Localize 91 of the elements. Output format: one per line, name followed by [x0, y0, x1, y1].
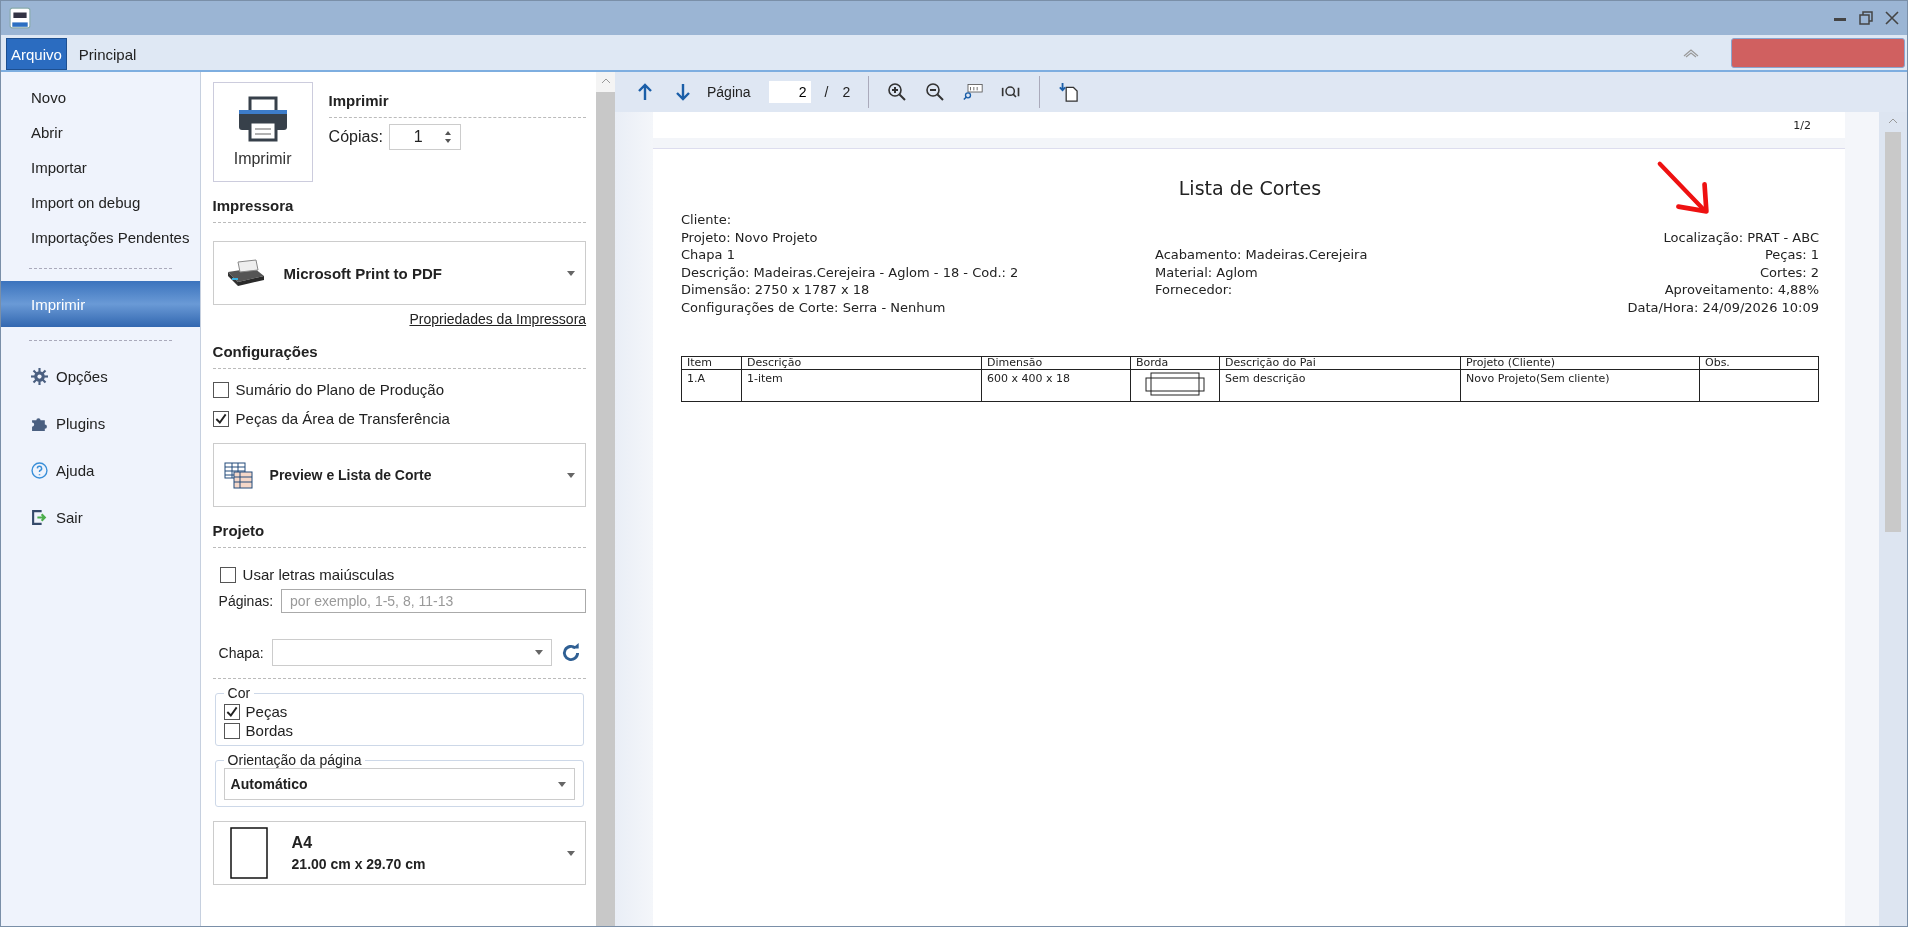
column-header: Descrição	[741, 356, 982, 370]
page-number-field[interactable]: 2	[768, 81, 811, 103]
copies-label: Cópias:	[328, 128, 383, 146]
column-header: Obs.	[1699, 356, 1819, 370]
column-header: Descrição do Pai	[1219, 356, 1461, 370]
page-label: Página	[707, 84, 751, 100]
checkbox[interactable]: Usar letras maiúsculas	[219, 566, 587, 583]
printer-dropdown[interactable]: Microsoft Print to PDF	[212, 241, 587, 305]
exit-icon	[31, 509, 48, 526]
restore-icon[interactable]	[1859, 11, 1873, 25]
column-header: Borda	[1130, 356, 1220, 370]
report-field: Material: Aglom	[1155, 263, 1628, 281]
menu-item[interactable]: Importar	[1, 150, 200, 185]
report-field: Acabamento: Madeiras.Cerejeira	[1155, 246, 1628, 264]
zoom-in-icon[interactable]	[887, 82, 908, 102]
table-cell: Sem descrição	[1225, 372, 1306, 385]
pages-label: Páginas:	[218, 593, 274, 609]
page-number: 1/2	[1793, 118, 1811, 132]
arrow-down-icon[interactable]	[673, 82, 693, 102]
report-field: Configurações de Corte: Serra - Nenhum	[681, 298, 1155, 316]
section-heading: Imprimir	[328, 92, 587, 118]
app-logo-icon	[9, 7, 31, 29]
report-field: Cortes: 2	[1759, 263, 1819, 281]
puzzle-icon	[31, 415, 48, 432]
table-cell: 1.A	[687, 372, 706, 385]
dropdown-arrow-icon	[535, 650, 544, 655]
checkbox[interactable]: Sumário do Plano de Produção	[212, 381, 587, 398]
group-legend: Cor	[223, 685, 255, 701]
menu-item[interactable]: Abrir	[1, 115, 200, 150]
check-mark-icon	[224, 704, 239, 719]
section-heading: Configurações	[212, 343, 587, 369]
gear-icon	[31, 368, 48, 385]
dropdown-arrow-icon	[567, 850, 576, 856]
page-separator: /	[824, 84, 829, 100]
export-page-icon[interactable]	[1058, 82, 1079, 102]
checkbox[interactable]: Peças	[223, 703, 576, 720]
section-heading: Impressora	[212, 197, 587, 223]
page-total: 2	[842, 84, 851, 100]
scrollbar[interactable]	[596, 72, 615, 926]
orientation-dropdown[interactable]: Automático	[223, 768, 576, 800]
zoom-out-icon[interactable]	[925, 82, 946, 102]
page-icon	[229, 827, 268, 879]
report-field: Data/Hora: 24/09/2026 10:09	[1627, 298, 1819, 316]
report-field: Localização: PRAT - ABC	[1663, 228, 1819, 246]
report-field: Peças: 1	[1764, 246, 1819, 264]
spin-arrows-icon	[443, 130, 452, 144]
table-cell: 1-item	[747, 372, 783, 385]
checkbox[interactable]: Peças da Área de Transferência	[212, 410, 587, 427]
check-mark-icon	[213, 411, 228, 426]
table-icon	[223, 460, 254, 490]
zoom-actual-size-icon[interactable]	[963, 82, 984, 102]
print-button[interactable]: Imprimir	[212, 82, 313, 182]
report-field: Cliente:	[681, 211, 1155, 229]
table-cell: Novo Projeto(Sem cliente)	[1466, 372, 1610, 385]
dropdown-arrow-icon	[567, 472, 576, 478]
group-legend: Orientação da página	[223, 752, 366, 768]
report-field: Descrição: Madeiras.Cerejeira - Aglom - 18 - Cod.: 2	[681, 263, 1155, 281]
report-dropdown[interactable]: Preview e Lista de Corte	[212, 443, 587, 507]
menu-item[interactable]: Importações Pendentes	[1, 220, 200, 255]
close-icon[interactable]	[1885, 11, 1899, 25]
menu-item[interactable]: Plugins	[1, 400, 200, 447]
ribbon-tab[interactable]: Arquivo	[6, 38, 67, 70]
column-header: Dimensão	[981, 356, 1131, 370]
report-field: Dimensão: 2750 x 1787 x 18	[681, 281, 1155, 299]
ribbon-tab[interactable]: Principal	[66, 38, 149, 70]
column-header: Item	[681, 356, 742, 370]
edge-drawing	[1145, 372, 1205, 396]
dropdown-arrow-icon	[567, 270, 576, 276]
dropdown-arrow-icon	[558, 781, 567, 787]
column-header: Projeto (Cliente)	[1460, 356, 1700, 370]
paper-size-dropdown[interactable]: A4 21.00 cm x 29.70 cm	[212, 821, 587, 885]
pages-field[interactable]: por exemplo, 1-5, 8, 11-13	[281, 589, 587, 613]
table-cell: 600 x 400 x 18	[987, 372, 1070, 385]
section-heading: Projeto	[212, 522, 587, 548]
report-field: Chapa 1	[681, 246, 1155, 264]
menu-item[interactable]: Novo	[1, 80, 200, 115]
report-field: Projeto: Novo Projeto	[681, 228, 1155, 246]
checkbox[interactable]: Bordas	[223, 722, 576, 739]
help-icon	[31, 462, 48, 479]
copies-spinner[interactable]: 1	[388, 124, 461, 150]
menu-item[interactable]: Ajuda	[1, 447, 200, 494]
report-field: Aproveitamento: 4,88%	[1664, 281, 1819, 299]
printer-icon	[236, 96, 289, 142]
menu-item[interactable]: Opções	[1, 353, 200, 400]
printer-properties-link[interactable]: Propriedades da Impressora	[409, 311, 587, 327]
sheet-label: Chapa:	[218, 644, 264, 661]
scroll-up-icon[interactable]	[600, 78, 611, 84]
report-field: Fornecedor:	[1155, 281, 1628, 299]
menu-item[interactable]: Import on debug	[1, 185, 200, 220]
report-title: Lista de Cortes	[1177, 177, 1323, 199]
menu-item[interactable]: Sair	[1, 494, 200, 541]
